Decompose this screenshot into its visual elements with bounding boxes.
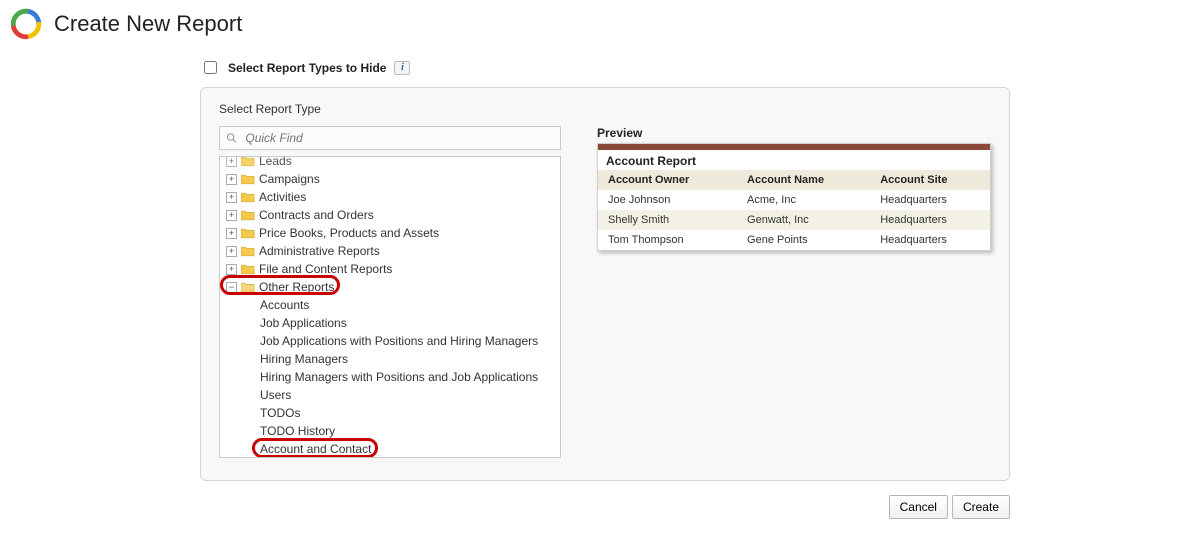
cancel-button[interactable]: Cancel [889,495,948,519]
preview-column: Preview Account Report Account OwnerAcco… [597,126,991,251]
expand-icon[interactable]: + [226,228,237,239]
tree-leaf[interactable]: Job Applications with Positions and Hiri… [224,332,560,350]
tree-leaf[interactable]: Account and Contact [224,440,560,457]
table-row: Tom ThompsonGene PointsHeadquarters [598,230,990,250]
folder-icon [241,228,255,239]
tree-leaf[interactable]: Hiring Managers with Positions and Job A… [224,368,560,386]
table-cell: Acme, Inc [737,190,870,210]
tree-folder-label: Activities [259,190,306,204]
expand-icon[interactable]: + [226,246,237,257]
preview-column-header: Account Site [870,170,990,190]
folder-icon [241,210,255,221]
app-logo-icon [10,8,42,40]
quickfind-wrapper[interactable] [219,126,561,150]
table-cell: Headquarters [870,190,990,210]
tree-folder-label: Campaigns [259,172,320,186]
expand-icon[interactable]: + [226,192,237,203]
preview-table: Account OwnerAccount NameAccount Site Jo… [598,170,990,250]
tree-folder[interactable]: + Leads [224,157,560,170]
tree-leaf[interactable]: TODOs [224,404,560,422]
folder-icon [241,282,255,293]
tree-column: + Leads+ Campaigns+ Activities+ Contract… [219,126,561,458]
info-icon[interactable]: i [394,61,410,75]
folder-icon [241,264,255,275]
table-cell: Genwatt, Inc [737,210,870,230]
folder-icon [241,157,255,167]
tree-leaf[interactable]: Job Applications [224,314,560,332]
hide-report-types-checkbox[interactable] [204,61,217,74]
table-row: Shelly SmithGenwatt, IncHeadquarters [598,210,990,230]
tree-folder-label: File and Content Reports [259,262,392,276]
report-type-panel: Select Report Type + Leads+ Campaigns+ A… [200,87,1010,481]
tree-folder[interactable]: + Activities [224,188,560,206]
search-icon [226,132,237,144]
table-cell: Headquarters [870,210,990,230]
collapse-icon[interactable]: − [226,282,237,293]
tree-folder[interactable]: + Price Books, Products and Assets [224,224,560,242]
table-cell: Gene Points [737,230,870,250]
hide-report-types-label: Select Report Types to Hide [228,61,386,75]
table-cell: Shelly Smith [598,210,737,230]
tree-folder-label: Leads [259,157,292,168]
tree-folder[interactable]: + Contracts and Orders [224,206,560,224]
tree-folder-label: Administrative Reports [259,244,380,258]
tree-leaf[interactable]: Users [224,386,560,404]
expand-icon[interactable]: + [226,157,237,167]
panel-title: Select Report Type [219,102,991,116]
expand-icon[interactable]: + [226,264,237,275]
tree-folder[interactable]: + File and Content Reports [224,260,560,278]
tree-leaf[interactable]: Hiring Managers [224,350,560,368]
tree-folder[interactable]: − Other Reports [224,278,560,296]
tree-folder[interactable]: + Administrative Reports [224,242,560,260]
page-title: Create New Report [54,11,242,37]
folder-icon [241,174,255,185]
tree-folder-label: Contracts and Orders [259,208,374,222]
expand-icon[interactable]: + [226,174,237,185]
page-header: Create New Report [10,8,1168,40]
table-cell: Headquarters [870,230,990,250]
tree-folder-label: Price Books, Products and Assets [259,226,439,240]
table-cell: Tom Thompson [598,230,737,250]
tree-scroll[interactable]: + Leads+ Campaigns+ Activities+ Contract… [220,157,560,457]
table-row: Joe JohnsonAcme, IncHeadquarters [598,190,990,210]
create-button[interactable]: Create [952,495,1010,519]
tree-leaf[interactable]: TODO History [224,422,560,440]
folder-icon [241,192,255,203]
preview-report-title: Account Report [598,150,990,170]
tree-leaf[interactable]: Accounts [224,296,560,314]
table-cell: Joe Johnson [598,190,737,210]
preview-card: Account Report Account OwnerAccount Name… [597,143,991,251]
footer-buttons: Cancel Create [200,495,1010,519]
tree-folder-label: Other Reports [259,280,334,294]
tree-folder[interactable]: + Campaigns [224,170,560,188]
preview-column-header: Account Name [737,170,870,190]
preview-column-header: Account Owner [598,170,737,190]
preview-heading: Preview [597,126,991,140]
quickfind-input[interactable] [243,130,554,146]
hide-report-types-row: Select Report Types to Hide i [200,58,1010,77]
expand-icon[interactable]: + [226,210,237,221]
tree-box: + Leads+ Campaigns+ Activities+ Contract… [219,156,561,458]
folder-icon [241,246,255,257]
